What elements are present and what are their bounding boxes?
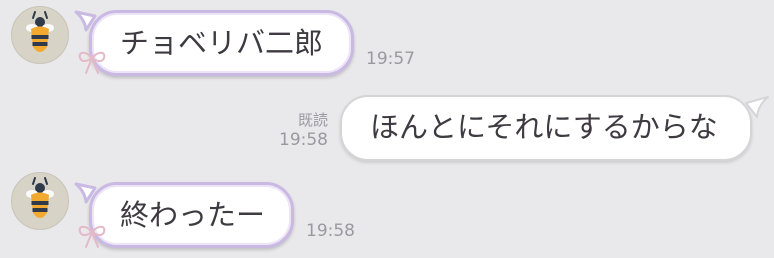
read-receipt-label: 既読 bbox=[297, 111, 328, 129]
ribbon-bow-icon bbox=[78, 51, 106, 74]
message-timestamp: 19:57 bbox=[366, 49, 415, 69]
sender-avatar[interactable] bbox=[11, 172, 69, 230]
bee-icon bbox=[26, 11, 54, 52]
message-text: 終わったー bbox=[120, 198, 266, 232]
message-meta: 既読 19:58 bbox=[262, 110, 328, 150]
chat-thread: チョベリバ二郎 19:57 既読 19:58 ほんとにそれにするからな 終わった… bbox=[0, 0, 774, 258]
message-row-incoming: チョベリバ二郎 19:57 bbox=[0, 0, 774, 80]
bubble-tail bbox=[745, 96, 769, 118]
message-bubble[interactable]: 終わったー bbox=[89, 182, 294, 248]
ribbon-bow-icon bbox=[78, 225, 106, 248]
message-bubble[interactable]: ほんとにそれにするからな bbox=[340, 95, 752, 161]
message-timestamp: 19:58 bbox=[279, 130, 328, 150]
message-row-outgoing: 既読 19:58 ほんとにそれにするからな bbox=[0, 90, 774, 170]
message-timestamp: 19:58 bbox=[306, 221, 355, 241]
message-text: ほんとにそれにするからな bbox=[370, 110, 718, 144]
sender-avatar[interactable] bbox=[11, 6, 69, 64]
message-text: チョベリバ二郎 bbox=[120, 26, 324, 60]
bee-icon bbox=[26, 177, 54, 218]
message-bubble[interactable]: チョベリバ二郎 bbox=[89, 10, 354, 76]
message-row-incoming: 終わったー 19:58 bbox=[0, 170, 774, 258]
